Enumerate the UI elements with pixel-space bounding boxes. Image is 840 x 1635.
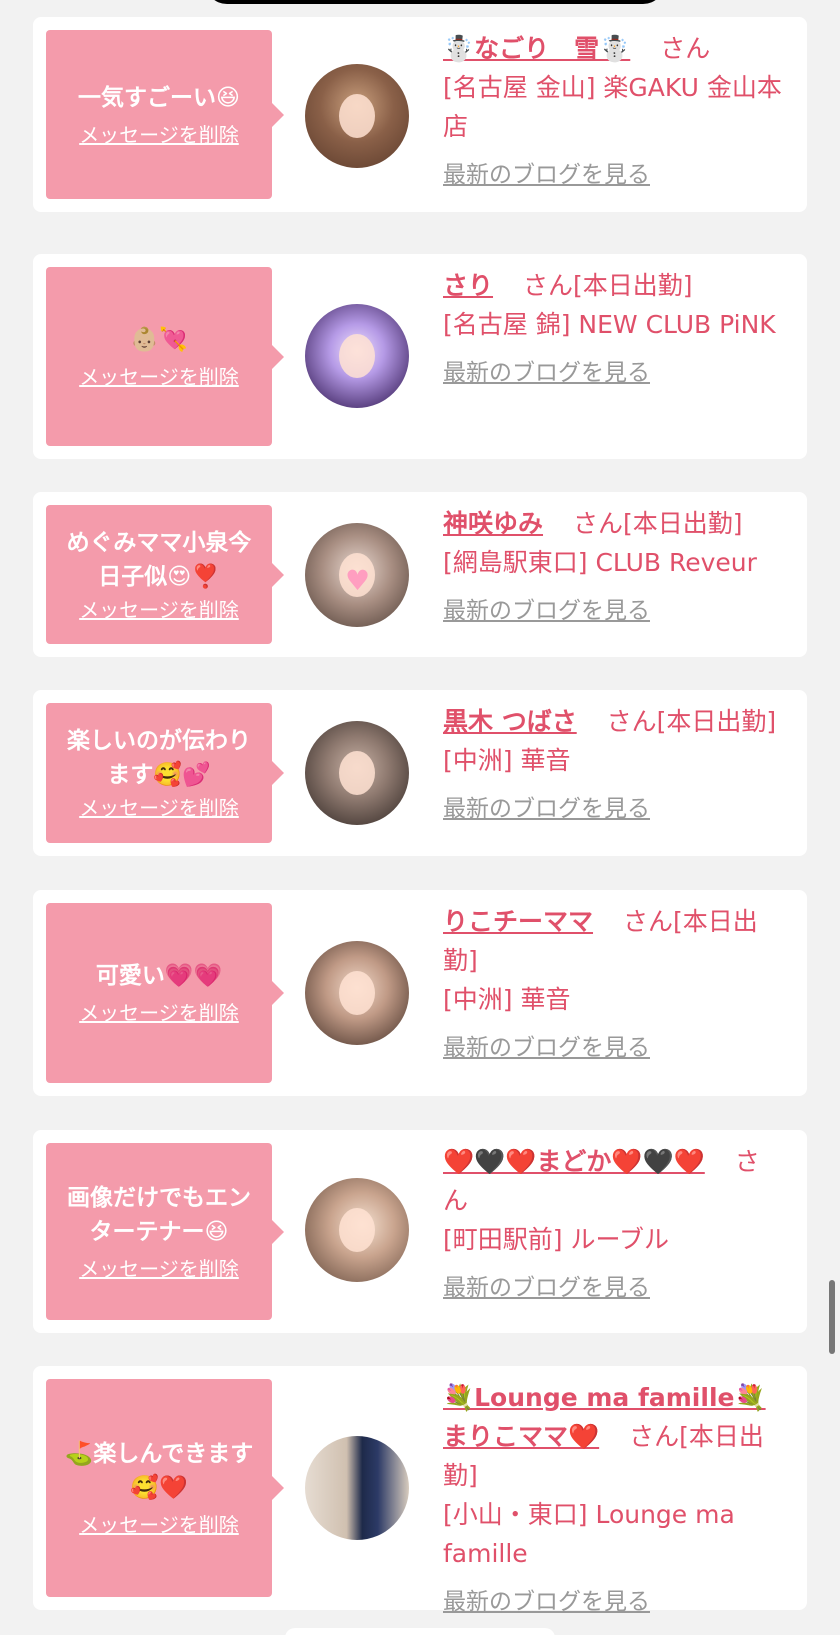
latest-blog-link[interactable]: 最新のブログを見る — [443, 794, 650, 824]
message-text: 画像だけでもエンターテナー😆 — [67, 1184, 251, 1245]
message-card: 画像だけでもエンターテナー😆 メッセージを削除 ❤️🖤❤️まどか❤️🖤❤️ さん… — [33, 1130, 807, 1333]
shop-text: [町田駅前] ルーブル — [443, 1225, 669, 1254]
message-bubble: 👶🏼💘 メッセージを削除 — [46, 267, 284, 446]
shop-text: [名古屋 錦] NEW CLUB PiNK — [443, 310, 776, 339]
avatar[interactable] — [305, 941, 409, 1045]
avatar-face — [339, 334, 375, 378]
cast-info: 神咲ゆみ さん[本日出勤] [網島駅東口] CLUB Reveur 最新のブログ… — [443, 504, 803, 629]
cast-info: ☃️なごり 雪☃️ さん [名古屋 金山] 楽GAKU 金山本店 最新のブログを… — [443, 29, 783, 193]
cast-name-link[interactable]: 神咲ゆみ — [443, 509, 543, 538]
latest-blog-link[interactable]: 最新のブログを見る — [443, 160, 650, 190]
avatar-face — [339, 94, 375, 138]
avatar[interactable] — [305, 64, 409, 168]
message-bubble: 可愛い💗💗 メッセージを削除 — [46, 903, 284, 1083]
latest-blog-link[interactable]: 最新のブログを見る — [443, 358, 650, 388]
avatar[interactable] — [305, 1178, 409, 1282]
message-text: めぐみママ小泉今日子似😍❣️ — [66, 529, 252, 590]
cast-name-link[interactable]: ☃️なごり 雪☃️ — [443, 34, 630, 63]
avatar[interactable] — [305, 721, 409, 825]
message-text: 可愛い💗💗 — [95, 963, 223, 989]
message-card: 可愛い💗💗 メッセージを削除 りこチーママ さん[本日出勤] [中洲] 華音 最… — [33, 890, 807, 1096]
message-bubble: めぐみママ小泉今日子似😍❣️ メッセージを削除 — [46, 505, 284, 644]
delete-message-link[interactable]: メッセージを削除 — [79, 363, 239, 391]
cast-info: さり さん[本日出勤] [名古屋 錦] NEW CLUB PiNK 最新のブログ… — [443, 266, 783, 391]
shop-text: [中洲] 華音 — [443, 985, 571, 1014]
avatar-face — [339, 751, 375, 795]
cast-info: ❤️🖤❤️まどか❤️🖤❤️ さん [町田駅前] ルーブル 最新のブログを見る — [443, 1142, 783, 1306]
message-card: 一気すごーい😆 メッセージを削除 ☃️なごり 雪☃️ さん [名古屋 金山] 楽… — [33, 17, 807, 212]
shop-text: [小山・東口] Lounge ma famille — [443, 1500, 735, 1568]
avatar-face — [339, 971, 375, 1015]
delete-message-link[interactable]: メッセージを削除 — [79, 121, 239, 149]
latest-blog-link[interactable]: 最新のブログを見る — [443, 596, 650, 626]
message-text: 楽しいのが伝わります🥰💕 — [67, 728, 251, 788]
delete-message-link[interactable]: メッセージを削除 — [79, 1255, 239, 1283]
cast-name-link[interactable]: さり — [443, 271, 493, 300]
delete-message-link[interactable]: メッセージを削除 — [79, 596, 239, 624]
message-card: めぐみママ小泉今日子似😍❣️ メッセージを削除 ♥ 神咲ゆみ さん[本日出勤] … — [33, 492, 807, 657]
cast-info: りこチーママ さん[本日出勤] [中洲] 華音 最新のブログを見る — [443, 902, 783, 1066]
avatar-face — [339, 1208, 375, 1252]
shop-text: [網島駅東口] CLUB Reveur — [443, 548, 757, 577]
name-suffix: さん[本日出勤] — [606, 707, 777, 736]
name-suffix: さん — [660, 34, 711, 63]
shop-text: [中洲] 華音 — [443, 746, 571, 775]
avatar[interactable] — [305, 304, 409, 408]
cast-name-link[interactable]: ❤️🖤❤️まどか❤️🖤❤️ — [443, 1147, 705, 1176]
heart-sticker-icon: ♥ — [345, 564, 371, 597]
message-text: 👶🏼💘 — [130, 326, 188, 353]
name-suffix: さん[本日出勤] — [522, 271, 693, 300]
bottom-control[interactable] — [285, 1628, 555, 1635]
message-bubble: 楽しいのが伝わります🥰💕 メッセージを削除 — [46, 703, 284, 843]
message-card: ⛳️楽しんできます🥰❤️ メッセージを削除 💐Lounge ma famille… — [33, 1366, 807, 1615]
scrollbar-thumb[interactable] — [829, 1280, 835, 1354]
message-card: 楽しいのが伝わります🥰💕 メッセージを削除 黒木 つばさ さん[本日出勤] [中… — [33, 690, 807, 856]
message-text: ⛳️楽しんできます🥰❤️ — [64, 1441, 254, 1501]
cast-name-link[interactable]: りこチーママ — [443, 907, 593, 936]
latest-blog-link[interactable]: 最新のブログを見る — [443, 1033, 650, 1063]
cast-info: 黒木 つばさ さん[本日出勤] [中洲] 華音 最新のブログを見る — [443, 702, 803, 827]
message-card: 👶🏼💘 メッセージを削除 さり さん[本日出勤] [名古屋 錦] NEW CLU… — [33, 254, 807, 459]
cast-info: 💐Lounge ma famille💐まりこママ❤️ さん[本日出勤] [小山・… — [443, 1378, 783, 1620]
latest-blog-link[interactable]: 最新のブログを見る — [443, 1587, 650, 1617]
cast-name-link[interactable]: 黒木 つばさ — [443, 707, 577, 736]
avatar[interactable]: ♥ — [305, 523, 409, 627]
message-bubble: 一気すごーい😆 メッセージを削除 — [46, 30, 284, 199]
avatar[interactable] — [305, 1436, 409, 1540]
delete-message-link[interactable]: メッセージを削除 — [79, 794, 239, 822]
delete-message-link[interactable]: メッセージを削除 — [79, 999, 239, 1027]
shop-text: [名古屋 金山] 楽GAKU 金山本店 — [443, 73, 782, 141]
message-bubble: 画像だけでもエンターテナー😆 メッセージを削除 — [46, 1143, 284, 1320]
latest-blog-link[interactable]: 最新のブログを見る — [443, 1273, 650, 1303]
message-bubble: ⛳️楽しんできます🥰❤️ メッセージを削除 — [46, 1379, 284, 1597]
message-text: 一気すごーい😆 — [78, 84, 240, 111]
name-suffix: さん[本日出勤] — [572, 509, 743, 538]
delete-message-link[interactable]: メッセージを削除 — [79, 1511, 239, 1539]
device-notch — [205, 0, 665, 4]
